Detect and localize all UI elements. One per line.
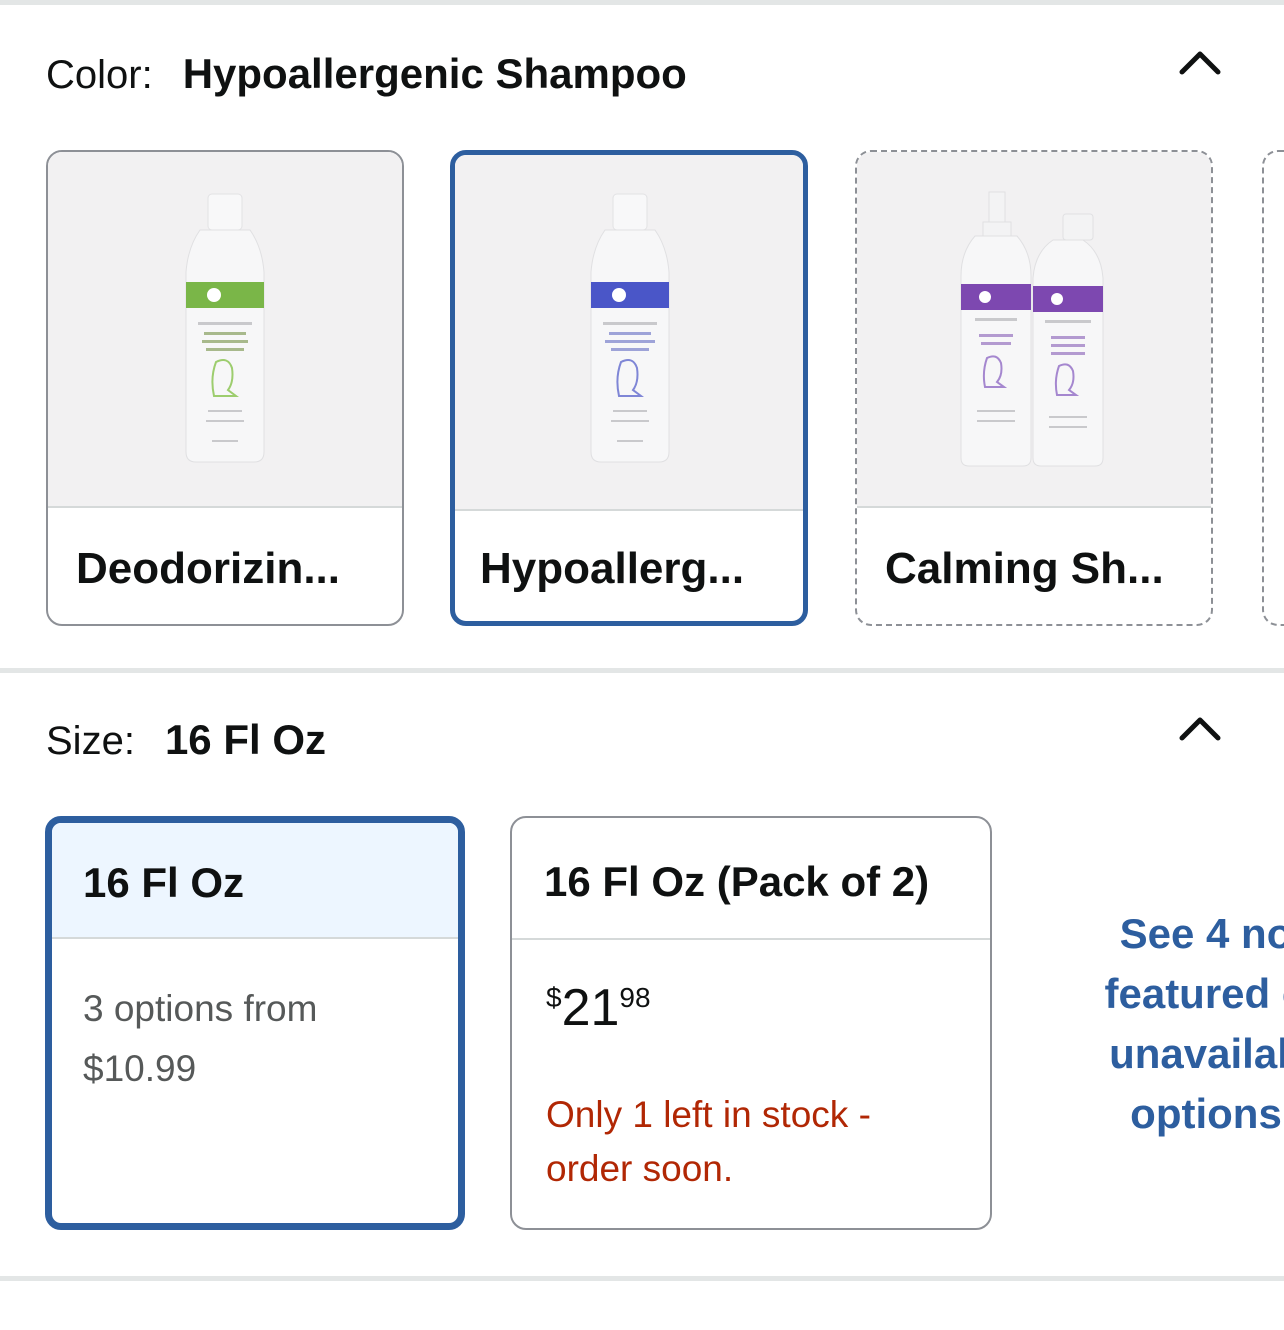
see-more-line: featured o <box>1104 970 1284 1017</box>
stock-warning-line: order soon. <box>546 1148 734 1189</box>
size-option-16-fl-oz-pack-of-2[interactable]: 16 Fl Oz (Pack of 2) $2198 Only 1 left i… <box>510 816 992 1230</box>
color-selected-value: Hypoallergenic Shampoo <box>182 50 687 97</box>
color-option-name: Hypoallerg... <box>480 544 745 593</box>
size-option-header: 16 Fl Oz (Pack of 2) <box>512 818 990 940</box>
size-option-offers: 3 options from $10.99 <box>83 979 317 1099</box>
color-option-name: Calming Sh... <box>885 544 1164 593</box>
chevron-up-icon[interactable] <box>1178 46 1222 76</box>
stock-warning-line: Only 1 left in stock - <box>546 1094 871 1135</box>
color-label: Color: <box>46 53 153 97</box>
color-header: Color: Hypoallergenic Shampoo <box>46 50 687 98</box>
stock-warning: Only 1 left in stock - order soon. <box>546 1088 871 1196</box>
price-fraction: 98 <box>619 982 651 1013</box>
product-image <box>857 152 1211 508</box>
offers-count: 3 options from <box>83 988 318 1029</box>
size-option-title: 16 Fl Oz (Pack of 2) <box>544 858 930 905</box>
see-more-line: unavailab <box>1109 1030 1284 1077</box>
bottom-divider <box>0 1276 1284 1281</box>
color-option-hypoallergenic[interactable]: Hypoallerg... <box>450 150 808 626</box>
size-selected-value: 16 Fl Oz <box>164 716 326 763</box>
color-option-partial[interactable] <box>1262 150 1284 626</box>
color-option-calming[interactable]: Calming Sh... <box>855 150 1213 626</box>
size-option-16-fl-oz[interactable]: 16 Fl Oz 3 options from $10.99 <box>45 816 465 1230</box>
color-option-deodorizing[interactable]: Deodorizin... <box>46 150 404 626</box>
size-option-header: 16 Fl Oz <box>52 823 458 939</box>
price-whole: 21 <box>561 979 620 1037</box>
product-image <box>455 155 803 511</box>
size-header: Size: 16 Fl Oz <box>46 716 326 764</box>
section-divider <box>0 668 1284 673</box>
size-label: Size: <box>46 719 135 763</box>
offers-price: $10.99 <box>83 1048 197 1089</box>
see-more-line: options <box>1130 1090 1282 1137</box>
price: $2198 <box>546 978 651 1038</box>
see-not-featured-options-link[interactable]: See 4 no featured o unavailab options <box>1066 904 1284 1144</box>
see-more-line: See 4 no <box>1119 910 1284 957</box>
size-option-title: 16 Fl Oz <box>83 859 245 906</box>
top-divider <box>0 0 1284 5</box>
price-symbol: $ <box>546 982 562 1013</box>
chevron-up-icon[interactable] <box>1178 712 1222 742</box>
product-image <box>48 152 402 508</box>
color-option-name: Deodorizin... <box>76 544 340 593</box>
